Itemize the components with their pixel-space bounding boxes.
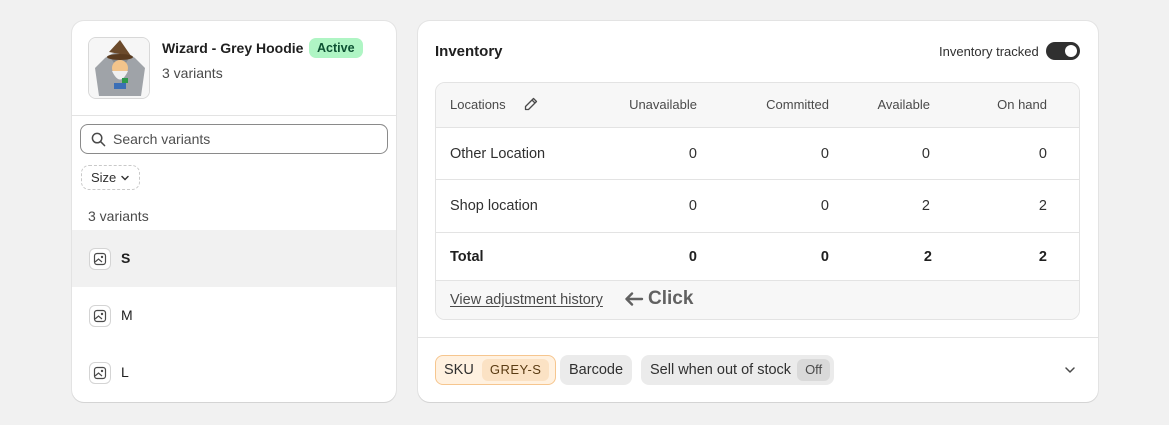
image-placeholder-icon <box>89 305 111 327</box>
table-row: Other Location 0 0 0 0 <box>436 128 1079 180</box>
table-header: Locations Unavailable Committed Availabl… <box>436 83 1079 128</box>
image-placeholder-icon <box>89 362 111 384</box>
total-committed: 0 <box>820 249 829 265</box>
location-name: Shop location <box>450 198 538 214</box>
inventory-tracked-label: Inventory tracked <box>939 44 1039 59</box>
column-header-available: Available <box>877 97 930 112</box>
sku-label: SKU <box>444 362 474 378</box>
click-annotation: Click <box>624 288 693 310</box>
sell-oos-value: Off <box>797 359 831 381</box>
variant-row-l[interactable]: L <box>72 344 396 401</box>
variant-row-m[interactable]: M <box>72 287 396 344</box>
total-label: Total <box>450 249 484 265</box>
committed-value[interactable]: 0 <box>821 198 829 214</box>
total-unavailable: 0 <box>688 249 697 265</box>
sku-pill[interactable]: SKU GREY-S <box>435 355 557 385</box>
column-header-unavailable[interactable]: Unavailable <box>629 97 697 112</box>
chevron-down-icon[interactable] <box>1063 363 1077 377</box>
available-value[interactable]: 0 <box>922 146 930 162</box>
search-icon <box>91 132 106 147</box>
available-value[interactable]: 2 <box>922 198 930 214</box>
table-footer: View adjustment history Click <box>436 281 1079 319</box>
table-row: Shop location 0 0 2 2 <box>436 180 1079 233</box>
sell-oos-label: Sell when out of stock <box>650 362 792 378</box>
column-header-locations: Locations <box>450 97 506 112</box>
search-variants-field[interactable] <box>80 124 388 154</box>
pencil-icon[interactable] <box>523 96 539 112</box>
inventory-table: Locations Unavailable Committed Availabl… <box>435 82 1080 320</box>
table-total-row: Total 0 0 2 2 <box>436 233 1079 281</box>
sell-when-out-of-stock-pill[interactable]: Sell when out of stock Off <box>641 355 835 385</box>
variants-card: Wizard - Grey Hoodie Active 3 variants S… <box>72 21 396 402</box>
view-adjustment-history-link[interactable]: View adjustment history <box>450 292 603 308</box>
on-hand-value[interactable]: 2 <box>1039 198 1047 214</box>
product-title: Wizard - Grey Hoodie <box>162 40 304 56</box>
column-header-committed[interactable]: Committed <box>766 97 829 112</box>
committed-value[interactable]: 0 <box>821 146 829 162</box>
toggle-knob <box>1065 45 1077 57</box>
sku-value: GREY-S <box>481 359 550 381</box>
variant-label: S <box>121 250 131 266</box>
inventory-card: Inventory Inventory tracked Locations Un… <box>418 21 1098 402</box>
total-on-hand: 2 <box>1038 249 1047 265</box>
unavailable-value[interactable]: 0 <box>689 198 697 214</box>
total-available: 2 <box>923 249 932 265</box>
variants-count-label: 3 variants <box>88 208 149 224</box>
click-annotation-text: Click <box>648 288 694 309</box>
hoodie-image <box>89 38 149 98</box>
on-hand-value[interactable]: 0 <box>1039 146 1047 162</box>
search-input[interactable] <box>113 129 373 149</box>
inventory-tracked-toggle[interactable] <box>1046 42 1080 60</box>
unavailable-value[interactable]: 0 <box>689 146 697 162</box>
chevron-down-icon <box>121 175 129 180</box>
variant-label: M <box>121 307 133 323</box>
barcode-label: Barcode <box>569 362 624 378</box>
product-variant-count: 3 variants <box>162 65 223 81</box>
status-badge: Active <box>309 38 363 58</box>
image-placeholder-icon <box>89 248 111 270</box>
location-name: Other Location <box>450 146 546 162</box>
barcode-pill[interactable]: Barcode <box>560 355 633 385</box>
column-header-on-hand: On hand <box>997 97 1047 112</box>
product-header: Wizard - Grey Hoodie Active 3 variants <box>72 21 396 116</box>
inventory-title: Inventory <box>435 43 503 60</box>
variant-label: L <box>121 364 129 380</box>
arrow-left-icon <box>625 292 644 306</box>
divider <box>418 337 1098 338</box>
size-filter-label: Size <box>91 170 117 185</box>
product-thumbnail[interactable] <box>88 37 150 99</box>
variant-row-s[interactable]: S <box>72 230 396 287</box>
size-filter-button[interactable]: Size <box>81 165 141 190</box>
